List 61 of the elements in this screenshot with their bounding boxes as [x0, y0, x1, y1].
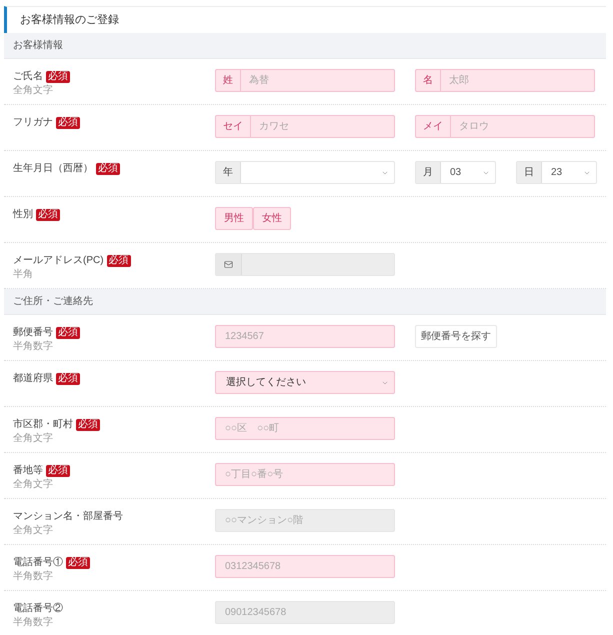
required-badge: 必須 [56, 116, 80, 128]
field-prefix: 年 [216, 162, 241, 183]
field-prefix: 日 [517, 162, 542, 183]
postal-code-search-button[interactable]: 郵便番号を探す [415, 325, 497, 348]
field-prefix: 名 [416, 70, 441, 91]
text-input[interactable]: 1234567 [216, 326, 394, 347]
text-field[interactable]: 名 太郎 [415, 69, 595, 92]
required-badge: 必須 [56, 372, 80, 384]
text-input[interactable]: 0312345678 [216, 556, 394, 577]
dropdown-select[interactable]: 23 [542, 162, 596, 183]
field-label: 都道府県 [13, 372, 53, 385]
field-label: 電話番号① [13, 556, 63, 569]
required-badge: 必須 [66, 556, 90, 568]
text-field[interactable]: メイ タロウ [415, 115, 595, 138]
field-label: 市区郡・町村 [13, 418, 73, 431]
field-hint: 全角文字 [13, 524, 53, 537]
section-header: お客様情報 [4, 33, 606, 59]
required-badge: 必須 [36, 208, 60, 220]
field-prefix: 月 [416, 162, 441, 183]
text-input[interactable]: ○○マンション○階 [216, 510, 394, 531]
field-label: ご氏名 [13, 70, 43, 83]
text-input[interactable]: カワセ [251, 116, 394, 137]
dropdown-select[interactable]: 選択してください [216, 372, 394, 393]
required-badge: 必須 [76, 418, 100, 430]
field-label: 番地等 [13, 464, 43, 477]
field-label: 性別 [13, 208, 33, 221]
required-badge: 必須 [56, 326, 80, 338]
gender-option[interactable]: 男性 [215, 207, 253, 230]
mail-icon [224, 260, 233, 269]
email-field[interactable] [215, 253, 395, 276]
dropdown-select[interactable]: 03 [441, 162, 495, 183]
section-header: ご住所・ご連絡先 [4, 289, 606, 315]
text-field[interactable]: セイ カワセ [215, 115, 395, 138]
field-label: メールアドレス(PC) [13, 254, 104, 267]
field-prefix: 姓 [216, 70, 241, 91]
field-hint: 半角 [13, 268, 33, 281]
field-prefix: メイ [416, 116, 451, 137]
text-input[interactable]: 太郎 [441, 70, 594, 91]
required-badge: 必須 [106, 254, 131, 266]
field-hint: 全角文字 [13, 432, 53, 445]
required-badge: 必須 [96, 162, 120, 174]
field-label: フリガナ [13, 116, 53, 129]
text-input[interactable]: ○○区 ○○町 [216, 418, 394, 439]
required-badge: 必須 [46, 464, 70, 476]
field-hint: 全角文字 [13, 84, 53, 97]
field-label: 郵便番号 [13, 326, 53, 339]
text-input[interactable]: タロウ [451, 116, 594, 137]
text-input[interactable]: 為替 [241, 70, 394, 91]
field-label: 電話番号② [13, 602, 63, 615]
field-label: マンション名・部屋番号 [13, 510, 123, 523]
required-badge: 必須 [46, 70, 70, 82]
field-hint: 半角数字 [13, 570, 53, 583]
field-prefix: セイ [216, 116, 251, 137]
field-hint: 全角文字 [13, 478, 53, 491]
text-input[interactable]: ○丁目○番○号 [216, 464, 394, 485]
field-hint: 半角数字 [13, 340, 53, 353]
text-field[interactable]: 姓 為替 [215, 69, 395, 92]
text-input[interactable]: 09012345678 [216, 602, 394, 623]
field-label: 生年月日（西暦） [13, 162, 93, 175]
gender-option[interactable]: 女性 [253, 207, 291, 230]
field-hint: 半角数字 [13, 616, 53, 629]
